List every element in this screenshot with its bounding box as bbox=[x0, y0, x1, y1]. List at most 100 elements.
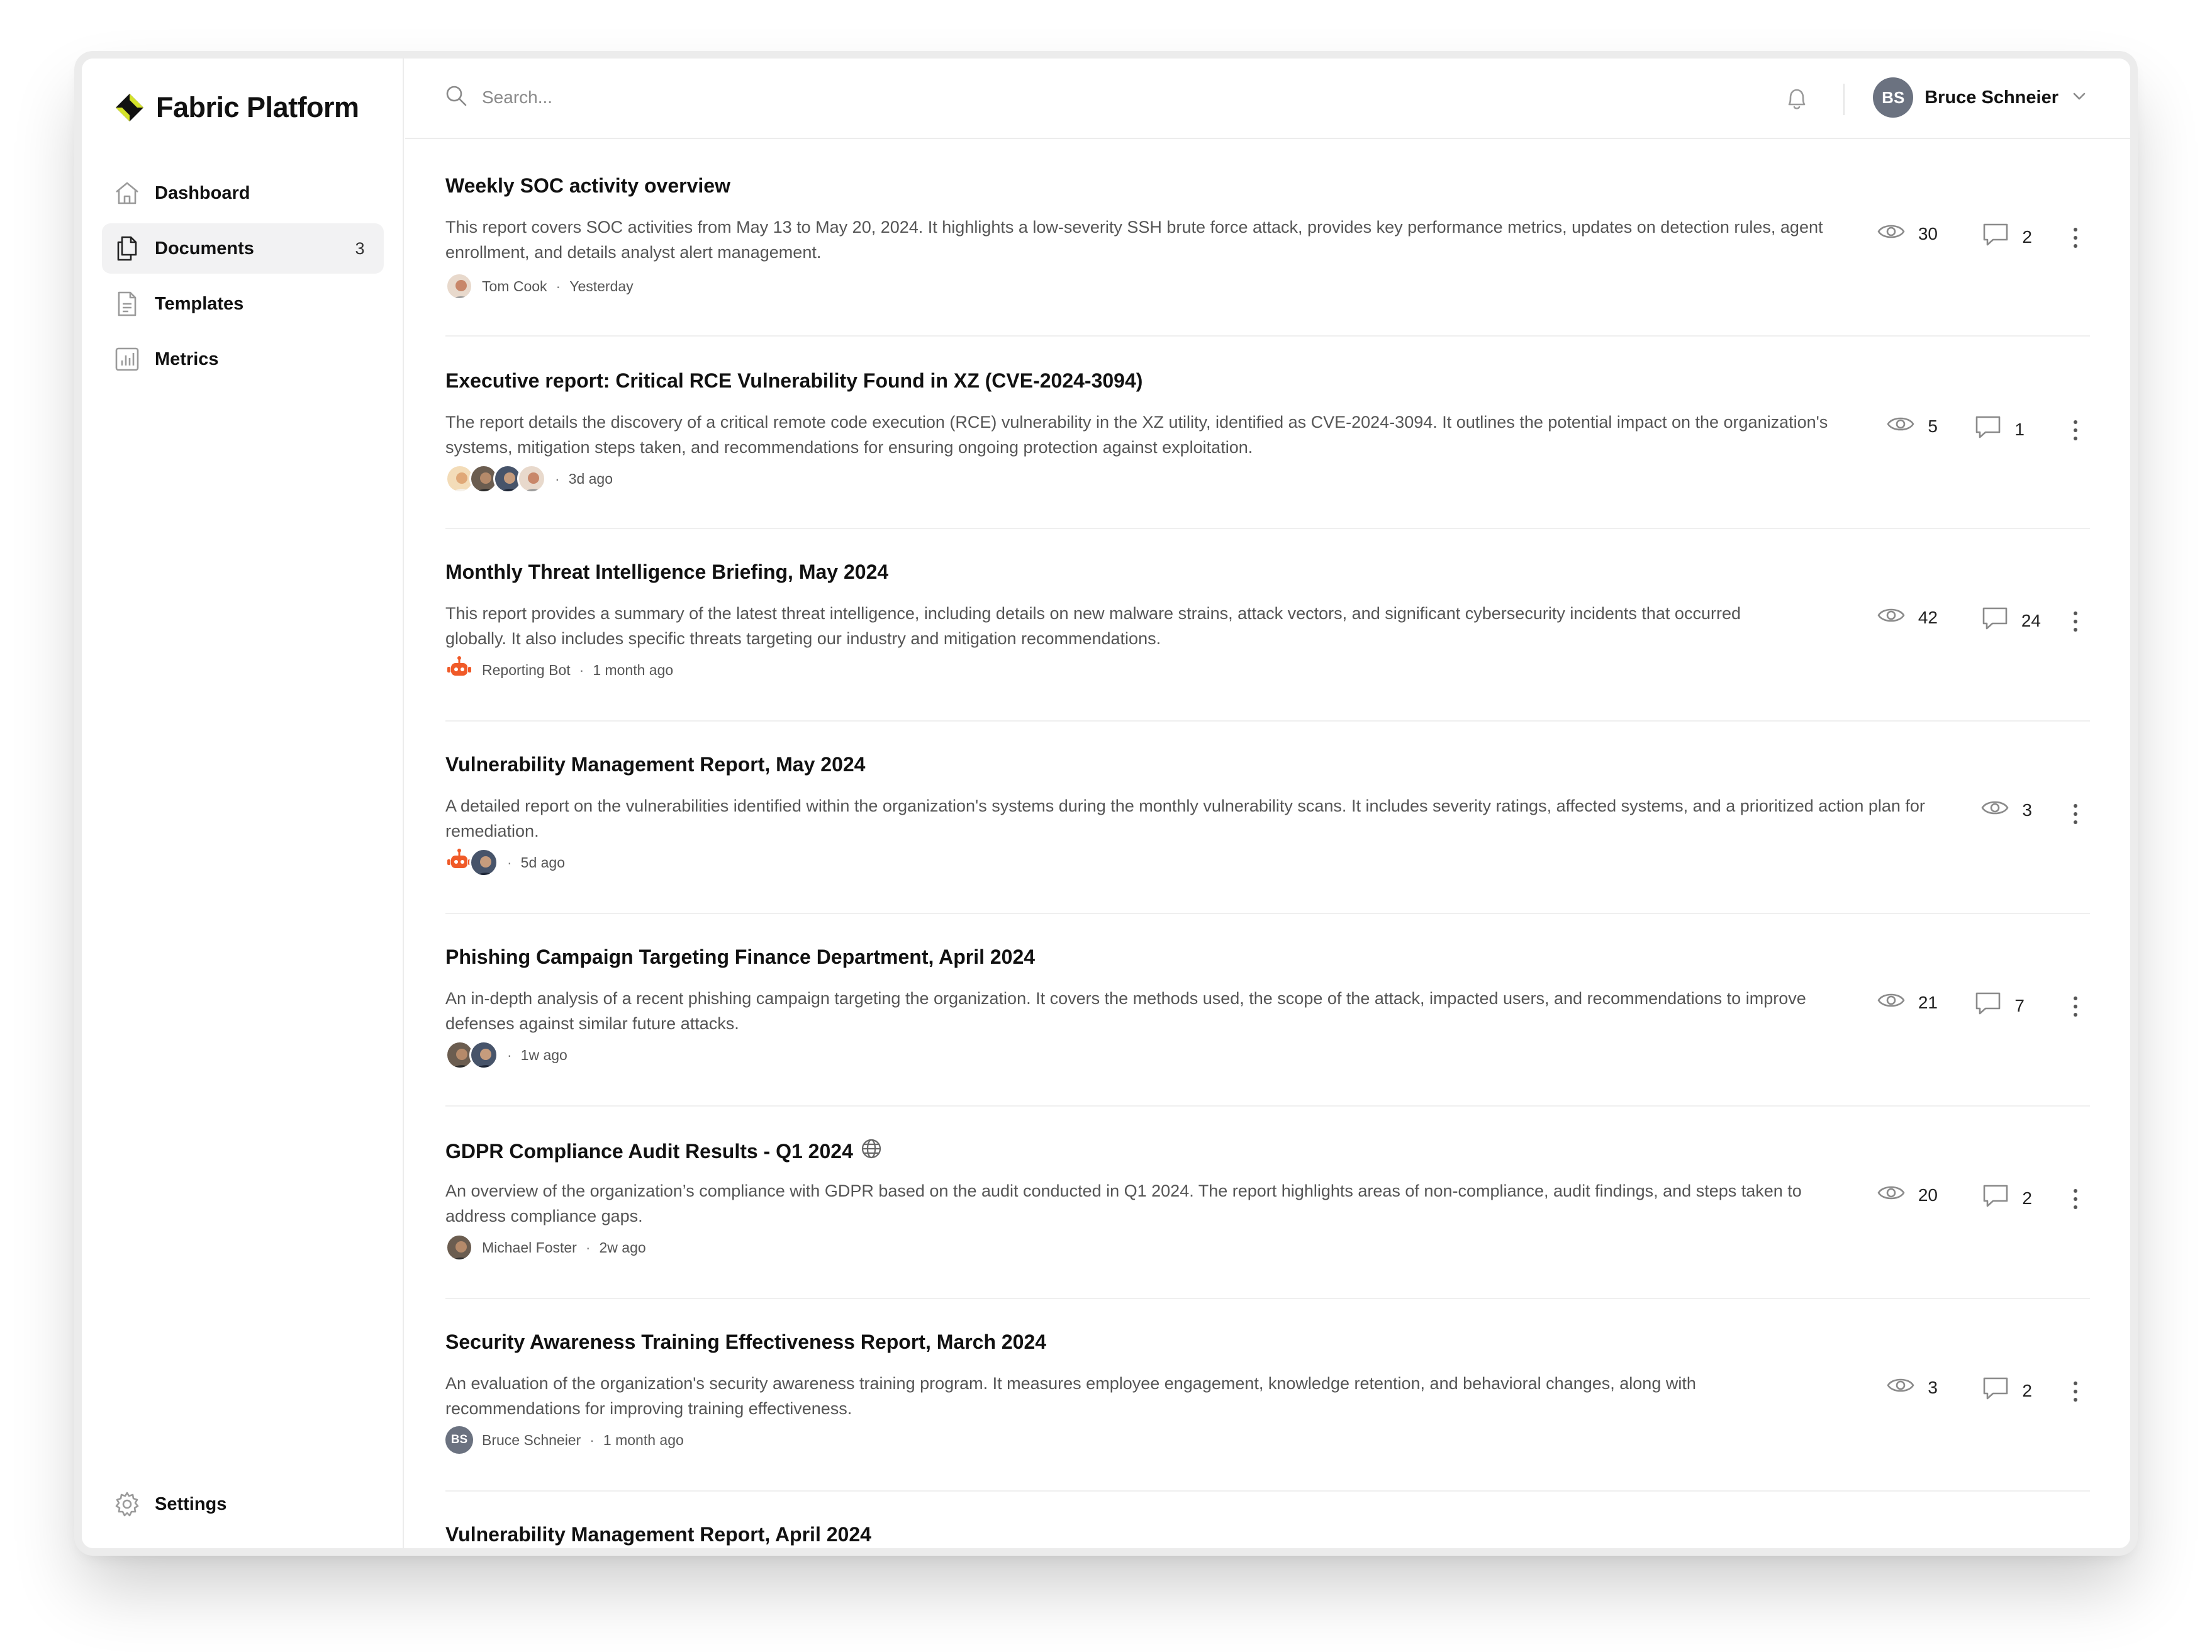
more-options-button[interactable] bbox=[2066, 991, 2085, 1022]
eye-icon bbox=[1877, 991, 1906, 1014]
sidebar: Fabric Platform Dashboard Documents 3 Te… bbox=[82, 59, 404, 1548]
sidebar-item-label: Metrics bbox=[155, 349, 219, 369]
more-options-button[interactable] bbox=[2066, 415, 2085, 446]
comments-stat[interactable]: 2 bbox=[1982, 1376, 2032, 1405]
meta-separator: · bbox=[579, 661, 584, 678]
robot-icon bbox=[445, 654, 473, 686]
document-title[interactable]: Monthly Threat Intelligence Briefing, Ma… bbox=[445, 561, 888, 584]
eye-icon bbox=[1886, 1376, 1915, 1399]
document-title[interactable]: Weekly SOC activity overview bbox=[445, 174, 730, 198]
comments-stat[interactable]: 1 bbox=[1974, 415, 2025, 444]
document-description: This report provides a summary of the la… bbox=[445, 604, 1741, 648]
author-avatar-group bbox=[445, 847, 498, 878]
document-title-text: Phishing Campaign Targeting Finance Depa… bbox=[445, 946, 1036, 968]
document-timestamp: Yesterday bbox=[569, 277, 634, 294]
document-title[interactable]: Phishing Campaign Targeting Finance Depa… bbox=[445, 946, 1035, 969]
user-avatar: BS bbox=[1873, 77, 1914, 118]
meta-separator: · bbox=[589, 1431, 595, 1448]
document-title-text: Weekly SOC activity overview bbox=[445, 174, 730, 197]
topbar-divider bbox=[1843, 84, 1845, 115]
sidebar-item-label: Documents bbox=[155, 238, 254, 259]
user-name: Bruce Schneier bbox=[1924, 87, 2058, 108]
document-item[interactable]: Executive report: Critical RCE Vulnerabi… bbox=[445, 337, 2090, 529]
comments-stat[interactable]: 2 bbox=[1982, 1183, 2032, 1213]
comments-stat[interactable]: 7 bbox=[1974, 991, 2025, 1020]
notification-bell-icon[interactable] bbox=[1782, 84, 1812, 114]
views-count: 42 bbox=[1918, 607, 1938, 627]
chevron-down-icon bbox=[2070, 87, 2089, 109]
stage: Fabric Platform Dashboard Documents 3 Te… bbox=[0, 0, 2212, 1652]
more-options-button[interactable] bbox=[2066, 798, 2085, 830]
comments-count: 2 bbox=[2022, 1380, 2032, 1400]
document-item[interactable]: Monthly Threat Intelligence Briefing, Ma… bbox=[445, 529, 2090, 722]
comment-icon bbox=[1981, 606, 2009, 635]
search-input[interactable] bbox=[482, 87, 985, 108]
app-logo[interactable]: Fabric Platform bbox=[115, 91, 359, 124]
document-title-text: Security Awareness Training Effectivenes… bbox=[445, 1331, 1047, 1353]
comments-stat[interactable]: 24 bbox=[1981, 606, 2041, 635]
more-options-button[interactable] bbox=[2066, 1376, 2085, 1407]
sidebar-item-label: Dashboard bbox=[155, 182, 250, 203]
document-item[interactable]: Vulnerability Management Report, May 202… bbox=[445, 722, 2090, 914]
eye-icon bbox=[1877, 222, 1906, 245]
document-meta: · 1w ago bbox=[445, 1040, 567, 1070]
comments-stat[interactable]: 2 bbox=[1982, 222, 2032, 252]
more-options-button[interactable] bbox=[2066, 1183, 2085, 1215]
sidebar-item-templates[interactable]: Templates bbox=[102, 279, 384, 329]
document-title[interactable]: Vulnerability Management Report, May 202… bbox=[445, 753, 865, 776]
sidebar-item-metrics[interactable]: Metrics bbox=[102, 334, 384, 384]
author-avatar: BS bbox=[445, 1426, 473, 1454]
fabric-logo-icon bbox=[115, 92, 145, 123]
document-title[interactable]: Security Awareness Training Effectivenes… bbox=[445, 1331, 1046, 1354]
meta-separator: · bbox=[585, 1239, 591, 1256]
app-window: Fabric Platform Dashboard Documents 3 Te… bbox=[82, 59, 2130, 1548]
document-meta: · 3d ago bbox=[445, 464, 613, 494]
document-meta: BS Bruce Schneier · 1 month ago bbox=[445, 1425, 684, 1455]
more-options-button[interactable] bbox=[2066, 222, 2085, 254]
document-item[interactable]: Vulnerability Management Report, April 2… bbox=[445, 1492, 2090, 1548]
document-description: A detailed report on the vulnerabilities… bbox=[445, 796, 1925, 840]
views-count: 3 bbox=[1928, 1377, 1938, 1397]
author-name: Michael Foster bbox=[482, 1239, 577, 1256]
document-title-text: GDPR Compliance Audit Results - Q1 2024 bbox=[445, 1139, 853, 1163]
sidebar-item-documents[interactable]: Documents 3 bbox=[102, 223, 384, 274]
document-item[interactable]: Weekly SOC activity overview This report… bbox=[445, 140, 2090, 337]
document-title-text: Monthly Threat Intelligence Briefing, Ma… bbox=[445, 561, 889, 583]
comments-count: 24 bbox=[2021, 610, 2041, 630]
user-menu[interactable]: BS Bruce Schneier bbox=[1873, 77, 2089, 118]
sidebar-item-dashboard[interactable]: Dashboard bbox=[102, 168, 384, 218]
document-title[interactable]: Executive report: Critical RCE Vulnerabi… bbox=[445, 369, 1142, 393]
author-avatar-group bbox=[445, 1041, 498, 1069]
meta-separator: · bbox=[556, 277, 561, 294]
comments-count: 1 bbox=[2014, 419, 2025, 439]
views-count: 21 bbox=[1918, 992, 1938, 1012]
meta-separator: · bbox=[507, 1046, 512, 1063]
chart-icon bbox=[113, 345, 141, 373]
more-options-button[interactable] bbox=[2066, 606, 2085, 637]
globe-icon bbox=[861, 1138, 882, 1164]
document-meta: Tom Cook · Yesterday bbox=[445, 271, 634, 301]
document-item[interactable]: Phishing Campaign Targeting Finance Depa… bbox=[445, 914, 2090, 1107]
comments-count: 7 bbox=[2014, 995, 2025, 1015]
search-bar bbox=[444, 84, 985, 111]
views-count: 20 bbox=[1918, 1185, 1938, 1205]
top-bar: BS Bruce Schneier bbox=[405, 59, 2130, 139]
document-item[interactable]: GDPR Compliance Audit Results - Q1 2024 … bbox=[445, 1107, 2090, 1299]
document-title[interactable]: GDPR Compliance Audit Results - Q1 2024 bbox=[445, 1138, 882, 1164]
app-name: Fabric Platform bbox=[156, 91, 359, 123]
sidebar-item-settings[interactable]: Settings bbox=[102, 1479, 384, 1529]
views-stat: 42 bbox=[1877, 606, 1938, 629]
eye-icon bbox=[1886, 415, 1915, 438]
comment-icon bbox=[1982, 1183, 2009, 1213]
author-name: Bruce Schneier bbox=[482, 1431, 581, 1448]
document-timestamp: 2w ago bbox=[599, 1239, 646, 1256]
document-list: Weekly SOC activity overview This report… bbox=[405, 140, 2130, 1548]
document-item[interactable]: Security Awareness Training Effectivenes… bbox=[445, 1299, 2090, 1492]
comment-icon bbox=[1974, 415, 2002, 444]
eye-icon bbox=[1877, 1183, 1906, 1207]
views-count: 3 bbox=[2022, 800, 2032, 820]
author-avatar bbox=[469, 1041, 498, 1069]
document-title[interactable]: Vulnerability Management Report, April 2… bbox=[445, 1523, 871, 1546]
author-avatar-group bbox=[445, 464, 546, 493]
views-stat: 21 bbox=[1877, 991, 1938, 1014]
